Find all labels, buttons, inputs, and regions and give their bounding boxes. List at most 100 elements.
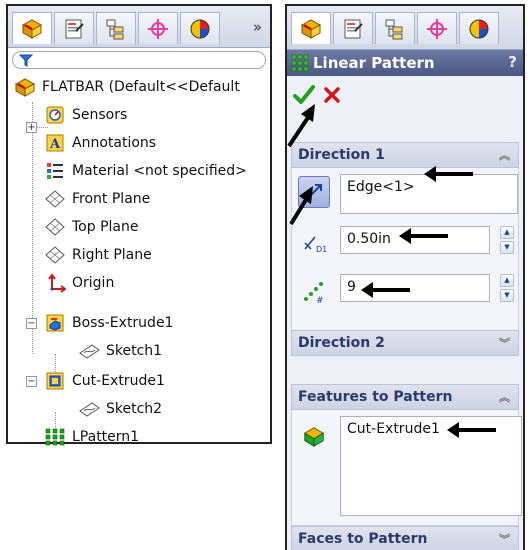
tab-dimxpert-manager[interactable] bbox=[417, 12, 457, 44]
x-cancel-icon[interactable] bbox=[323, 86, 341, 104]
property-manager-panel: Linear Pattern ? Direction 1 ︽ Edge<1> D… bbox=[285, 4, 525, 550]
plane-icon bbox=[45, 218, 65, 236]
part-icon bbox=[14, 78, 36, 97]
callout-arrow bbox=[399, 228, 448, 244]
boss-extrude-icon bbox=[46, 314, 64, 332]
callout-arrow-diagonal bbox=[287, 104, 315, 148]
callout-arrow bbox=[447, 422, 496, 438]
callout-arrow bbox=[361, 282, 410, 298]
tree-item-sensors[interactable]: Sensors bbox=[44, 102, 127, 128]
plane-icon bbox=[45, 190, 65, 208]
tab-feature-manager[interactable] bbox=[12, 12, 52, 44]
sketch-icon bbox=[79, 344, 100, 359]
tab-property-manager[interactable] bbox=[54, 12, 94, 44]
tree-item-sketch2[interactable]: Sketch2 bbox=[78, 396, 162, 422]
callout-arrow bbox=[424, 166, 473, 182]
tree-item-boss-extrude1[interactable]: Boss-Extrude1 bbox=[44, 310, 173, 336]
spacing-input[interactable]: 0.50in bbox=[340, 226, 490, 254]
tab-display-manager[interactable] bbox=[180, 12, 220, 44]
instances-spinner[interactable]: ▲ ▼ bbox=[500, 274, 514, 302]
features-to-pattern-item[interactable]: Cut-Extrude1 bbox=[347, 421, 440, 437]
expand-annotations-icon[interactable]: + bbox=[26, 122, 37, 133]
filter-bar bbox=[8, 48, 270, 72]
display-manager-icon bbox=[190, 19, 210, 38]
faces-to-pattern-header[interactable]: Faces to Pattern ︾ bbox=[291, 526, 519, 550]
dimxpert-icon bbox=[148, 18, 168, 39]
collapse-chevron-up-icon[interactable]: ︽ bbox=[499, 389, 510, 405]
spacing-icon: D1 bbox=[298, 226, 330, 258]
feature-manager-icon bbox=[300, 18, 322, 39]
tree-item-annotations[interactable]: A Annotations bbox=[44, 130, 156, 156]
tree-item-right-plane[interactable]: Right Plane bbox=[44, 242, 152, 268]
collapse-cut-extrude-icon[interactable]: − bbox=[26, 376, 37, 387]
tree-item-label: LPattern1 bbox=[72, 429, 140, 445]
annotations-icon: A bbox=[46, 134, 64, 152]
tree-item-label: Annotations bbox=[72, 135, 157, 151]
tree-item-front-plane[interactable]: Front Plane bbox=[44, 186, 150, 212]
tree-item-origin[interactable]: Origin bbox=[44, 270, 114, 296]
tree-item-label: Origin bbox=[72, 275, 115, 291]
plane-icon bbox=[45, 246, 65, 264]
tab-configuration-manager[interactable] bbox=[375, 12, 415, 44]
faces-to-pattern-title: Faces to Pattern bbox=[298, 531, 428, 547]
linear-pattern-icon bbox=[45, 428, 65, 446]
expand-chevron-down-icon[interactable]: ︾ bbox=[499, 335, 510, 351]
tree-item-label: Cut-Extrude1 bbox=[72, 373, 165, 389]
feature-manager-panel: » FLATBAR (Default<<Default Sensors + A … bbox=[6, 4, 272, 446]
more-tabs-chevron-icon[interactable]: » bbox=[253, 18, 262, 36]
filter-input[interactable] bbox=[12, 51, 266, 69]
tree-item-label: Right Plane bbox=[72, 247, 152, 263]
property-manager-title-bar: Linear Pattern ? bbox=[287, 50, 523, 76]
funnel-icon[interactable] bbox=[19, 54, 33, 67]
sensors-icon bbox=[46, 106, 64, 124]
tree-item-lpattern1[interactable]: LPattern1 bbox=[44, 424, 139, 450]
spacing-spinner[interactable]: ▲ ▼ bbox=[500, 226, 514, 254]
expand-chevron-down-icon[interactable]: ︾ bbox=[499, 531, 510, 547]
configuration-manager-icon bbox=[106, 19, 124, 39]
linear-pattern-icon bbox=[291, 54, 309, 72]
property-manager-icon bbox=[65, 19, 84, 38]
tree-item-label: Sketch1 bbox=[106, 343, 163, 359]
tree-root-label: FLATBAR (Default<<Default bbox=[42, 79, 240, 95]
direction2-title: Direction 2 bbox=[298, 335, 385, 351]
collapse-boss-extrude-icon[interactable]: − bbox=[26, 318, 37, 329]
manager-tabbar-right bbox=[287, 6, 523, 50]
tree-item-label: Sensors bbox=[72, 107, 128, 123]
dimxpert-icon bbox=[427, 18, 447, 39]
property-manager-icon bbox=[344, 19, 363, 38]
features-to-pattern-header[interactable]: Features to Pattern ︽ bbox=[291, 384, 519, 410]
tree-item-label: Front Plane bbox=[72, 191, 151, 207]
tree-item-label: Boss-Extrude1 bbox=[72, 315, 174, 331]
svg-text:#: # bbox=[316, 296, 324, 305]
collapse-chevron-up-icon[interactable]: ︽ bbox=[499, 147, 510, 163]
tab-dimxpert-manager[interactable] bbox=[138, 12, 178, 44]
tree-item-top-plane[interactable]: Top Plane bbox=[44, 214, 138, 240]
tree-root-part[interactable]: FLATBAR (Default<<Default bbox=[14, 74, 240, 100]
tab-display-manager[interactable] bbox=[459, 12, 499, 44]
sketch-icon bbox=[79, 402, 100, 417]
tree-item-sketch1[interactable]: Sketch1 bbox=[78, 338, 162, 364]
feature-manager-icon bbox=[21, 18, 43, 39]
svg-text:D1: D1 bbox=[316, 245, 327, 254]
material-icon bbox=[47, 163, 63, 179]
direction2-header[interactable]: Direction 2 ︾ bbox=[291, 330, 519, 356]
origin-icon bbox=[48, 273, 66, 293]
direction1-body: Edge<1> D1 0.50in ▲ ▼ # 9 ▲ ▼ bbox=[291, 168, 519, 340]
tab-feature-manager[interactable] bbox=[291, 12, 331, 44]
callout-arrow-diagonal bbox=[289, 186, 313, 226]
tree-item-cut-extrude1[interactable]: Cut-Extrude1 bbox=[44, 368, 165, 394]
tree-item-label: Material <not specified> bbox=[72, 163, 247, 179]
tab-property-manager[interactable] bbox=[333, 12, 373, 44]
features-icon bbox=[298, 420, 330, 452]
property-manager-title: Linear Pattern bbox=[313, 54, 435, 72]
tree-item-label: Sketch2 bbox=[106, 401, 163, 417]
display-manager-icon bbox=[469, 19, 489, 38]
svg-text:A: A bbox=[49, 137, 61, 152]
help-icon[interactable]: ? bbox=[508, 53, 517, 71]
direction1-header[interactable]: Direction 1 ︽ bbox=[291, 142, 519, 168]
tree-item-material[interactable]: Material <not specified> bbox=[44, 158, 247, 184]
tree-item-label: Top Plane bbox=[72, 219, 139, 235]
manager-tabbar: » bbox=[8, 6, 270, 48]
instances-icon: # bbox=[298, 276, 330, 308]
tab-configuration-manager[interactable] bbox=[96, 12, 136, 44]
